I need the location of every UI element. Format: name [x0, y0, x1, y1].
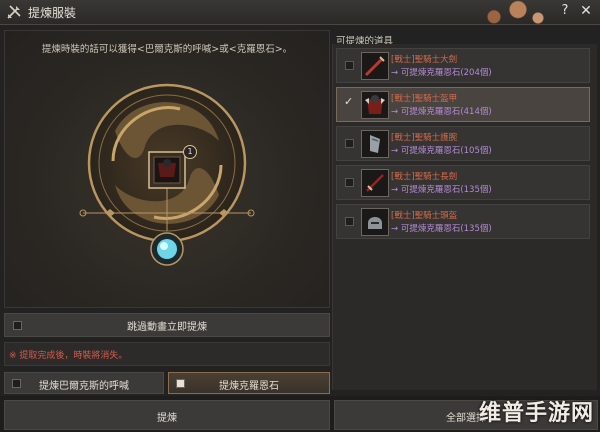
option-cron-stone-label: 提煉克羅恩石 — [219, 381, 279, 392]
list-item[interactable]: [戰士]聖騎士長劍 → 可提煉克羅恩石(135個) — [336, 165, 590, 200]
item-checkbox[interactable] — [345, 178, 354, 187]
warning-text: ※ 提取完成後，時裝將消失。 — [9, 351, 128, 361]
refinable-items-list: [戰士]聖騎士大劍 → 可提煉克羅恩石(204個) ✓ [戰士]聖騎士盔甲 → … — [332, 44, 597, 390]
item-yield: → 可提煉克羅恩石(414個) — [391, 107, 492, 117]
item-checkbox[interactable] — [345, 61, 354, 70]
item-checkbox[interactable] — [345, 139, 354, 148]
refine-button[interactable]: 提煉 — [4, 400, 330, 430]
item-name: [戰士]聖騎士護腕 — [391, 133, 458, 143]
list-item[interactable]: [戰士]聖騎士護腕 → 可提煉克羅恩石(105個) — [336, 126, 590, 161]
item-yield: → 可提煉克羅恩石(204個) — [391, 68, 492, 78]
list-item[interactable]: ✓ [戰士]聖騎士盔甲 → 可提煉克羅恩石(414個) — [336, 87, 590, 122]
option-valks-cry-label: 提煉巴爾克斯的呼喊 — [39, 381, 129, 392]
warning-box: ※ 提取完成後，時裝將消失。 — [4, 342, 330, 366]
greatsword-icon — [361, 52, 389, 80]
title-bar: 提煉服裝 ? ✕ — [0, 0, 600, 25]
refine-emblem — [79, 83, 255, 266]
crossed-tools-icon — [7, 5, 21, 19]
list-item[interactable]: [戰士]聖騎士頭盔 → 可提煉克羅恩石(135個) — [336, 204, 590, 239]
checkmark-icon[interactable]: ✓ — [344, 95, 353, 108]
skip-animation-label: 跳過動畫立即提煉 — [127, 322, 207, 333]
helmet-icon — [361, 208, 389, 236]
site-watermark: 维普手游网 — [478, 401, 594, 426]
title-decoration — [470, 0, 550, 24]
longsword-icon — [361, 169, 389, 197]
skip-animation-button[interactable]: 跳過動畫立即提煉 — [4, 313, 330, 337]
window-title: 提煉服裝 — [28, 6, 77, 20]
option-cron-stone[interactable]: 提煉克羅恩石 — [168, 372, 330, 394]
gauntlet-icon — [361, 130, 389, 158]
close-button[interactable]: ✕ — [578, 3, 594, 21]
item-name: [戰士]聖騎士大劍 — [391, 55, 458, 65]
armor-icon — [361, 91, 389, 119]
item-yield: → 可提煉克羅恩石(135個) — [391, 185, 492, 195]
item-name: [戰士]聖騎士頭盔 — [391, 211, 458, 221]
item-checkbox[interactable] — [345, 217, 354, 226]
item-name: [戰士]聖騎士盔甲 — [391, 94, 458, 104]
option-valks-cry[interactable]: 提煉巴爾克斯的呼喊 — [4, 372, 164, 394]
item-name: [戰士]聖騎士長劍 — [391, 172, 458, 182]
refine-preview-panel: 提煉時裝的話可以獲得<巴爾克斯的呼喊>或<克羅恩石>。 1 — [4, 30, 330, 308]
item-yield: → 可提煉克羅恩石(105個) — [391, 146, 492, 156]
help-button[interactable]: ? — [557, 3, 573, 21]
refine-button-label: 提煉 — [157, 413, 177, 424]
list-item[interactable]: [戰士]聖騎士大劍 → 可提煉克羅恩石(204個) — [336, 48, 590, 83]
item-count-badge: 1 — [183, 145, 197, 159]
item-yield: → 可提煉克羅恩石(135個) — [391, 224, 492, 234]
